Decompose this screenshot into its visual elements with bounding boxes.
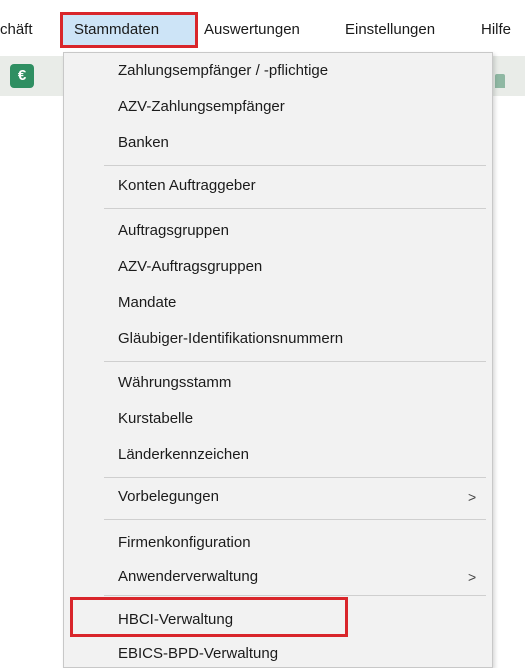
menu-einstellungen[interactable]: Einstellungen — [345, 20, 435, 40]
menu-item-azv-auftragsgruppen[interactable]: AZV-Auftragsgruppen — [118, 257, 262, 277]
menu-separator — [104, 361, 486, 362]
menu-hilfe[interactable]: Hilfe — [481, 20, 511, 40]
menu-item-mandate[interactable]: Mandate — [118, 293, 176, 313]
euro-icon[interactable]: € — [10, 64, 34, 88]
menu-auswertungen[interactable]: Auswertungen — [204, 20, 300, 40]
menu-item-vorbelegungen[interactable]: Vorbelegungen — [118, 487, 219, 507]
chevron-right-icon: > — [468, 569, 477, 585]
menu-separator — [104, 519, 486, 520]
hbci-highlight-box — [70, 597, 348, 637]
menu-item-azv-zahlungsempfaenger[interactable]: AZV-Zahlungsempfänger — [118, 97, 285, 117]
menu-item-waehrungsstamm[interactable]: Währungsstamm — [118, 373, 231, 393]
menu-separator — [104, 595, 486, 596]
menu-separator — [104, 165, 486, 166]
menu-item-glaeubiger-id[interactable]: Gläubiger-Identifikationsnummern — [118, 329, 343, 349]
menu-stammdaten[interactable]: Stammdaten — [74, 20, 159, 40]
toolbar-partial-icon — [495, 74, 505, 88]
menu-item-banken[interactable]: Banken — [118, 133, 169, 153]
menu-item-ebics-bpd-verwaltung[interactable]: EBICS-BPD-Verwaltung — [118, 644, 278, 664]
chevron-right-icon: > — [468, 489, 477, 505]
menu-item-laenderkennzeichen[interactable]: Länderkennzeichen — [118, 445, 249, 465]
menu-item-auftragsgruppen[interactable]: Auftragsgruppen — [118, 221, 229, 241]
stammdaten-dropdown: Zahlungsempfänger / -pflichtige AZV-Zahl… — [63, 52, 493, 668]
menu-item-firmenkonfiguration[interactable]: Firmenkonfiguration — [118, 533, 251, 553]
menu-geschaeft[interactable]: chäft — [0, 20, 33, 40]
menu-item-kurstabelle[interactable]: Kurstabelle — [118, 409, 193, 429]
menu-separator — [104, 208, 486, 209]
menu-item-konten-auftraggeber[interactable]: Konten Auftraggeber — [118, 176, 256, 196]
menu-item-zahlungsempfaenger[interactable]: Zahlungsempfänger / -pflichtige — [118, 61, 328, 81]
menu-bar: chäft Stammdaten Auswertungen Einstellun… — [0, 0, 525, 56]
menu-separator — [104, 477, 486, 478]
menu-item-anwenderverwaltung[interactable]: Anwenderverwaltung — [118, 567, 258, 587]
app-background — [0, 96, 63, 668]
